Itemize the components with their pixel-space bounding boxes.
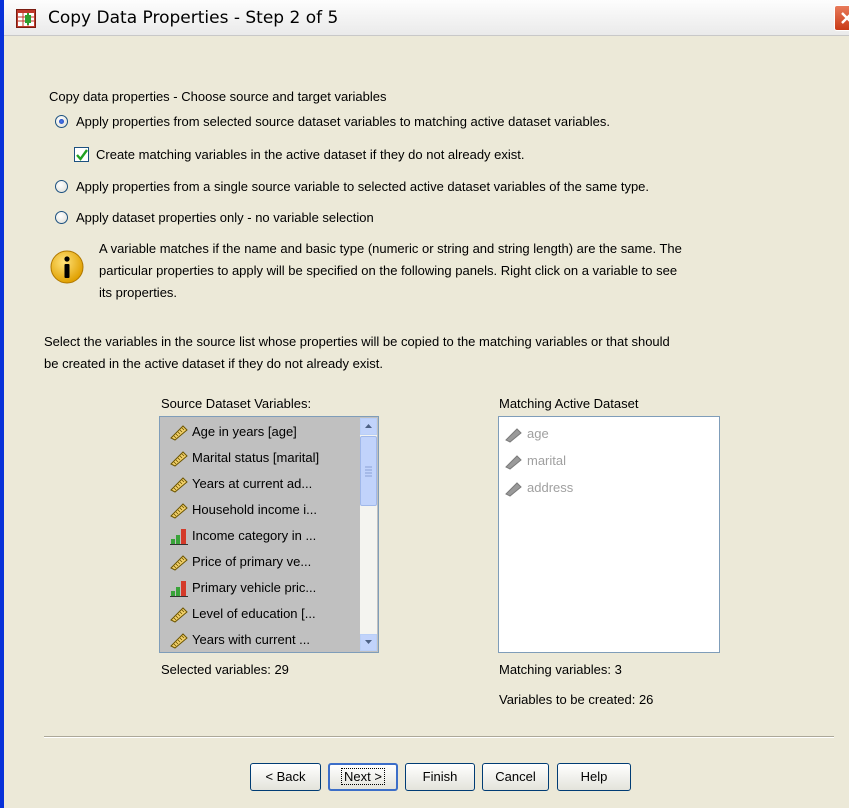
radio-single-source[interactable] [55, 180, 68, 193]
dialog-window: Copy Data Properties - Step 2 of 5 Copy … [0, 0, 849, 808]
scale-ruler-icon [505, 453, 523, 470]
scale-ruler-icon [170, 424, 188, 441]
radio-apply-selected-label[interactable]: Apply properties from selected source da… [76, 114, 610, 129]
window-title: Copy Data Properties - Step 2 of 5 [48, 8, 339, 28]
radio-dataset-only-label[interactable]: Apply dataset properties only - no varia… [76, 210, 374, 225]
cancel-button[interactable]: Cancel [482, 763, 549, 791]
source-variable-label: Income category in ... [192, 528, 317, 543]
ordinal-bars-icon [170, 528, 188, 545]
scale-ruler-icon [170, 554, 188, 571]
scale-ruler-icon [505, 426, 523, 443]
matching-variable-label: address [527, 480, 574, 495]
source-variable-label: Level of education [... [192, 606, 316, 621]
source-variable-item[interactable]: Level of education [... [162, 601, 360, 627]
close-icon [841, 12, 849, 24]
source-variable-item[interactable]: Age in years [age] [162, 419, 360, 445]
matching-variables-list[interactable]: age marital address [498, 416, 720, 653]
scroll-up-button[interactable] [360, 418, 377, 435]
source-variable-item[interactable]: Marital status [marital] [162, 445, 360, 471]
source-variable-item[interactable]: Years with current ... [162, 627, 360, 652]
finish-button[interactable]: Finish [405, 763, 475, 791]
radio-apply-selected[interactable] [55, 115, 68, 128]
source-variable-item[interactable]: Household income i... [162, 497, 360, 523]
arrow-up-icon [365, 424, 372, 428]
variables-to-create: Variables to be created: 26 [499, 692, 654, 707]
checkmark-icon [76, 149, 88, 161]
scale-ruler-icon [170, 606, 188, 623]
selected-count: Selected variables: 29 [161, 662, 289, 677]
source-variable-label: Household income i... [192, 502, 318, 517]
footer-separator [44, 736, 834, 738]
intro-text: Copy data properties - Choose source and… [49, 89, 387, 104]
title-bar[interactable]: Copy Data Properties - Step 2 of 5 [4, 0, 849, 36]
back-button[interactable]: < Back [250, 763, 321, 791]
source-list-scrollbar[interactable] [360, 418, 377, 651]
matching-list-header: Matching Active Dataset [499, 396, 639, 411]
create-matching-checkbox[interactable] [74, 147, 89, 162]
scale-ruler-icon [170, 450, 188, 467]
source-variable-label: Primary vehicle pric... [192, 580, 317, 595]
create-matching-label[interactable]: Create matching variables in the active … [96, 147, 525, 162]
source-variable-item[interactable]: Income category in ... [162, 523, 360, 549]
source-variable-item[interactable]: Price of primary ve... [162, 549, 360, 575]
scroll-thumb[interactable] [360, 436, 377, 506]
source-variable-label: Years at current ad... [192, 476, 313, 491]
scroll-down-button[interactable] [360, 634, 377, 651]
info-line-3: its properties. [99, 285, 178, 300]
next-button[interactable]: Next > [328, 763, 398, 791]
source-variable-label: Price of primary ve... [192, 554, 312, 569]
next-button-label: Next > [341, 768, 385, 785]
info-line-1: A variable matches if the name and basic… [99, 241, 682, 256]
scale-ruler-icon [505, 480, 523, 497]
source-variable-label: Marital status [marital] [192, 450, 320, 465]
radio-single-source-label[interactable]: Apply properties from a single source va… [76, 179, 649, 194]
grip-icon [365, 466, 372, 477]
radio-dataset-only[interactable] [55, 211, 68, 224]
source-variables-items: Age in years [age] Marital status [marita… [162, 419, 360, 652]
scale-ruler-icon [170, 632, 188, 649]
source-variable-label: Age in years [age] [192, 424, 297, 439]
info-line-2: particular properties to apply will be s… [99, 263, 678, 278]
matching-variable-label: age [527, 426, 549, 441]
matching-count: Matching variables: 3 [499, 662, 622, 677]
instructions-line-1: Select the variables in the source list … [44, 334, 670, 349]
instructions-line-2: be created in the active dataset if they… [44, 356, 383, 371]
source-variables-list[interactable]: Age in years [age] Marital status [marita… [159, 416, 379, 653]
source-variable-item[interactable]: Primary vehicle pric... [162, 575, 360, 601]
help-button[interactable]: Help [557, 763, 631, 791]
arrow-down-icon [365, 640, 372, 644]
info-icon [50, 250, 84, 284]
matching-variable-label: marital [527, 453, 567, 468]
source-variable-item[interactable]: Years at current ad... [162, 471, 360, 497]
close-button[interactable] [834, 5, 849, 31]
source-list-header: Source Dataset Variables: [161, 396, 312, 411]
app-icon [16, 9, 36, 28]
ordinal-bars-icon [170, 580, 188, 597]
scale-ruler-icon [170, 476, 188, 493]
source-variable-label: Years with current ... [192, 632, 311, 647]
scale-ruler-icon [170, 502, 188, 519]
